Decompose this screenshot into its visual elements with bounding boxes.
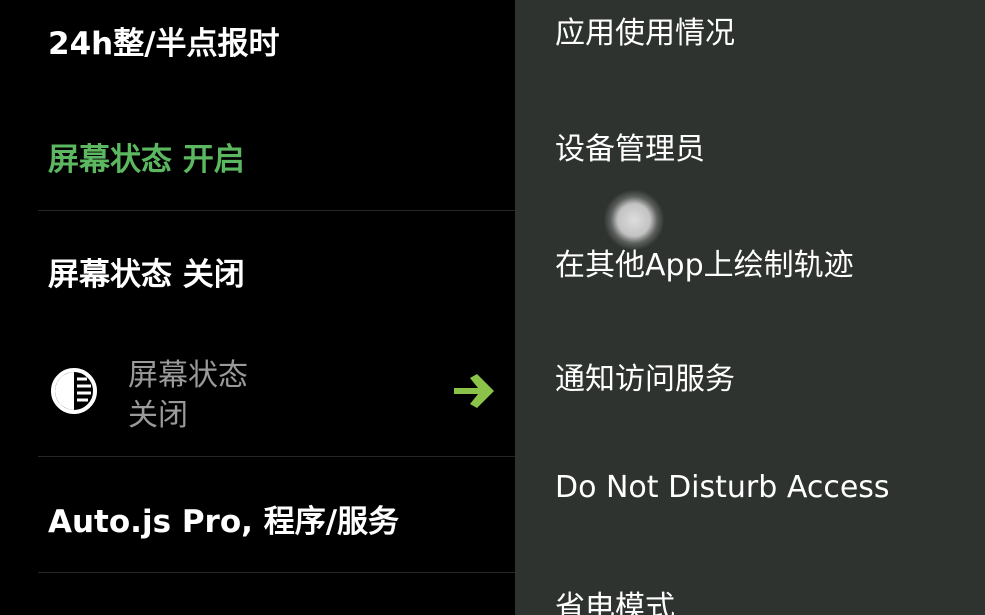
profile-list: 24h整/半点报时 屏幕状态 开启 屏幕状态 关闭 屏幕状态 关闭 Auto.j… bbox=[0, 0, 515, 615]
condition-value: 关闭 bbox=[128, 398, 188, 433]
contrast-icon bbox=[51, 368, 97, 414]
arrow-right-icon bbox=[454, 374, 494, 408]
menu-item-notification-access[interactable]: 通知访问服务 bbox=[555, 354, 735, 398]
divider bbox=[38, 572, 515, 573]
menu-item-draw-over-apps[interactable]: 在其他App上绘制轨迹 bbox=[555, 240, 854, 284]
permission-popup-menu: 应用使用情况 设备管理员 在其他App上绘制轨迹 通知访问服务 Do Not D… bbox=[515, 0, 985, 615]
list-item-screen-off[interactable]: 屏幕状态 关闭 bbox=[48, 249, 245, 294]
menu-item-battery-saver[interactable]: 省电模式 bbox=[555, 582, 675, 615]
menu-item-app-usage[interactable]: 应用使用情况 bbox=[555, 8, 735, 52]
touch-indicator bbox=[604, 190, 664, 250]
menu-item-dnd-access[interactable]: Do Not Disturb Access bbox=[555, 470, 890, 505]
condition-title: 屏幕状态 bbox=[128, 358, 248, 393]
list-item-autojs-service[interactable]: Auto.js Pro, 程序/服务 bbox=[48, 496, 399, 541]
divider bbox=[38, 210, 515, 211]
list-item-hourly-chime[interactable]: 24h整/半点报时 bbox=[48, 18, 280, 63]
screen: 24h整/半点报时 屏幕状态 开启 屏幕状态 关闭 屏幕状态 关闭 Auto.j… bbox=[0, 0, 985, 615]
menu-item-device-admin[interactable]: 设备管理员 bbox=[555, 124, 705, 168]
divider bbox=[38, 456, 515, 457]
condition-row[interactable]: 屏幕状态 关闭 bbox=[0, 340, 515, 440]
list-item-screen-on[interactable]: 屏幕状态 开启 bbox=[48, 134, 245, 179]
